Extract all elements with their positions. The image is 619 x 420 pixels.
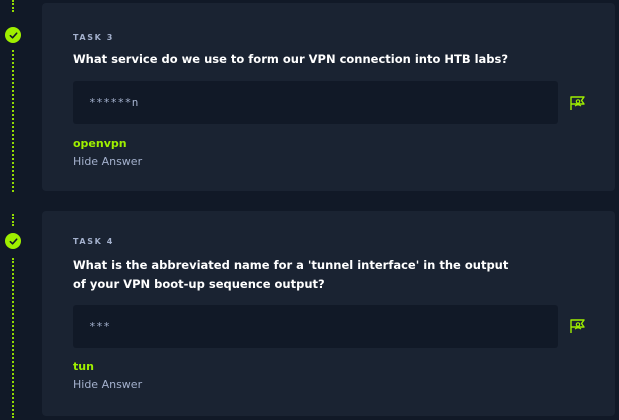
timeline-connector — [12, 0, 16, 12]
task-card: TASK 3 What service do we use to form ou… — [42, 3, 615, 191]
answer-input[interactable]: ******n — [73, 81, 558, 124]
timeline-connector — [12, 214, 16, 226]
hide-answer-link[interactable]: Hide Answer — [73, 378, 142, 391]
timeline-connector — [12, 258, 16, 418]
revealed-answer: openvpn — [73, 137, 127, 150]
check-circle-icon — [5, 233, 21, 249]
flag-icon[interactable] — [569, 318, 589, 334]
flag-icon[interactable] — [569, 95, 589, 111]
timeline-connector — [12, 50, 16, 192]
task-label: TASK 3 — [73, 33, 114, 42]
check-circle-icon — [5, 27, 21, 43]
task-card: TASK 4 What is the abbreviated name for … — [42, 211, 615, 416]
answer-input[interactable]: *** — [73, 305, 558, 348]
task-label: TASK 4 — [73, 237, 114, 246]
task-timeline — [0, 0, 42, 420]
masked-answer: *** — [89, 320, 111, 333]
task-question: What service do we use to form our VPN c… — [73, 52, 509, 66]
revealed-answer: tun — [73, 360, 94, 373]
hide-answer-link[interactable]: Hide Answer — [73, 155, 142, 168]
masked-answer: ******n — [89, 96, 139, 109]
task-question: What is the abbreviated name for a 'tunn… — [73, 258, 509, 291]
